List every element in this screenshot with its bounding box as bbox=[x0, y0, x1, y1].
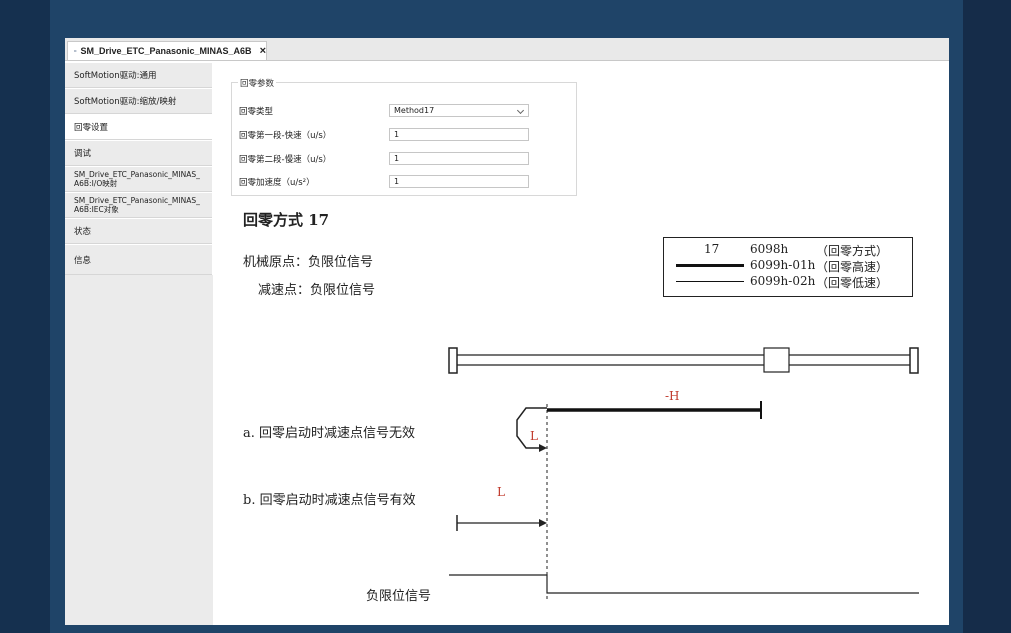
drive-icon bbox=[74, 50, 77, 52]
case-b-path bbox=[456, 515, 547, 531]
main-content: 回零参数 回零类型 Method17 回零第一段-快速（u/s） 1 回零第二段… bbox=[213, 63, 949, 625]
close-icon[interactable]: × bbox=[260, 45, 266, 57]
sidebar-item-label: SM_Drive_ETC_Panasonic_MINAS_ A6B:IEC对象 bbox=[74, 196, 200, 214]
neg-limit-signal bbox=[449, 574, 919, 594]
background-right bbox=[963, 0, 1011, 633]
sidebar-item-debug[interactable]: 调试 bbox=[65, 141, 212, 166]
sidebar-item-homing[interactable]: 回零设置 bbox=[65, 115, 212, 140]
sidebar-item-label: SoftMotion驱动:通用 bbox=[74, 71, 157, 81]
axis-rail bbox=[448, 347, 919, 374]
sidebar-item-label: 调试 bbox=[74, 149, 92, 159]
sidebar-item-io-mapping[interactable]: SM_Drive_ETC_Panasonic_MINAS_ A6B:I/O映射 bbox=[65, 167, 212, 192]
sidebar-item-label: 状态 bbox=[74, 227, 92, 237]
high-speed-label: -H bbox=[665, 389, 680, 403]
sidebar-item-iec-objects[interactable]: SM_Drive_ETC_Panasonic_MINAS_ A6B:IEC对象 bbox=[65, 193, 212, 218]
editor-window: SM_Drive_ETC_Panasonic_MINAS_A6B × SoftM… bbox=[65, 38, 949, 625]
sidebar-item-status[interactable]: 状态 bbox=[65, 219, 212, 244]
sidebar-item-label: 信息 bbox=[74, 255, 92, 266]
homing-diagram bbox=[448, 347, 919, 601]
sidebar-item-label: 回零设置 bbox=[74, 123, 109, 133]
sidebar-item-softmotion-general[interactable]: SoftMotion驱动:通用 bbox=[65, 63, 212, 88]
tab-device-editor[interactable]: SM_Drive_ETC_Panasonic_MINAS_A6B × bbox=[67, 41, 267, 60]
tab-bar: SM_Drive_ETC_Panasonic_MINAS_A6B × bbox=[65, 38, 949, 61]
tab-title: SM_Drive_ETC_Panasonic_MINAS_A6B bbox=[80, 46, 252, 56]
sidebar-item-label: SoftMotion驱动:缩放/映射 bbox=[74, 97, 177, 107]
low-speed-label-b: L bbox=[497, 485, 505, 499]
sidebar-item-label: SM_Drive_ETC_Panasonic_MINAS_ A6B:I/O映射 bbox=[74, 170, 200, 188]
sidebar-background bbox=[65, 275, 213, 625]
case-a-path bbox=[516, 401, 762, 452]
low-speed-label-a: L bbox=[530, 429, 538, 443]
background-left bbox=[0, 0, 50, 633]
sidebar: SoftMotion驱动:通用 SoftMotion驱动:缩放/映射 回零设置 … bbox=[65, 63, 214, 625]
sidebar-item-softmotion-scaling[interactable]: SoftMotion驱动:缩放/映射 bbox=[65, 89, 212, 114]
sidebar-item-info[interactable]: 信息 bbox=[65, 245, 212, 275]
